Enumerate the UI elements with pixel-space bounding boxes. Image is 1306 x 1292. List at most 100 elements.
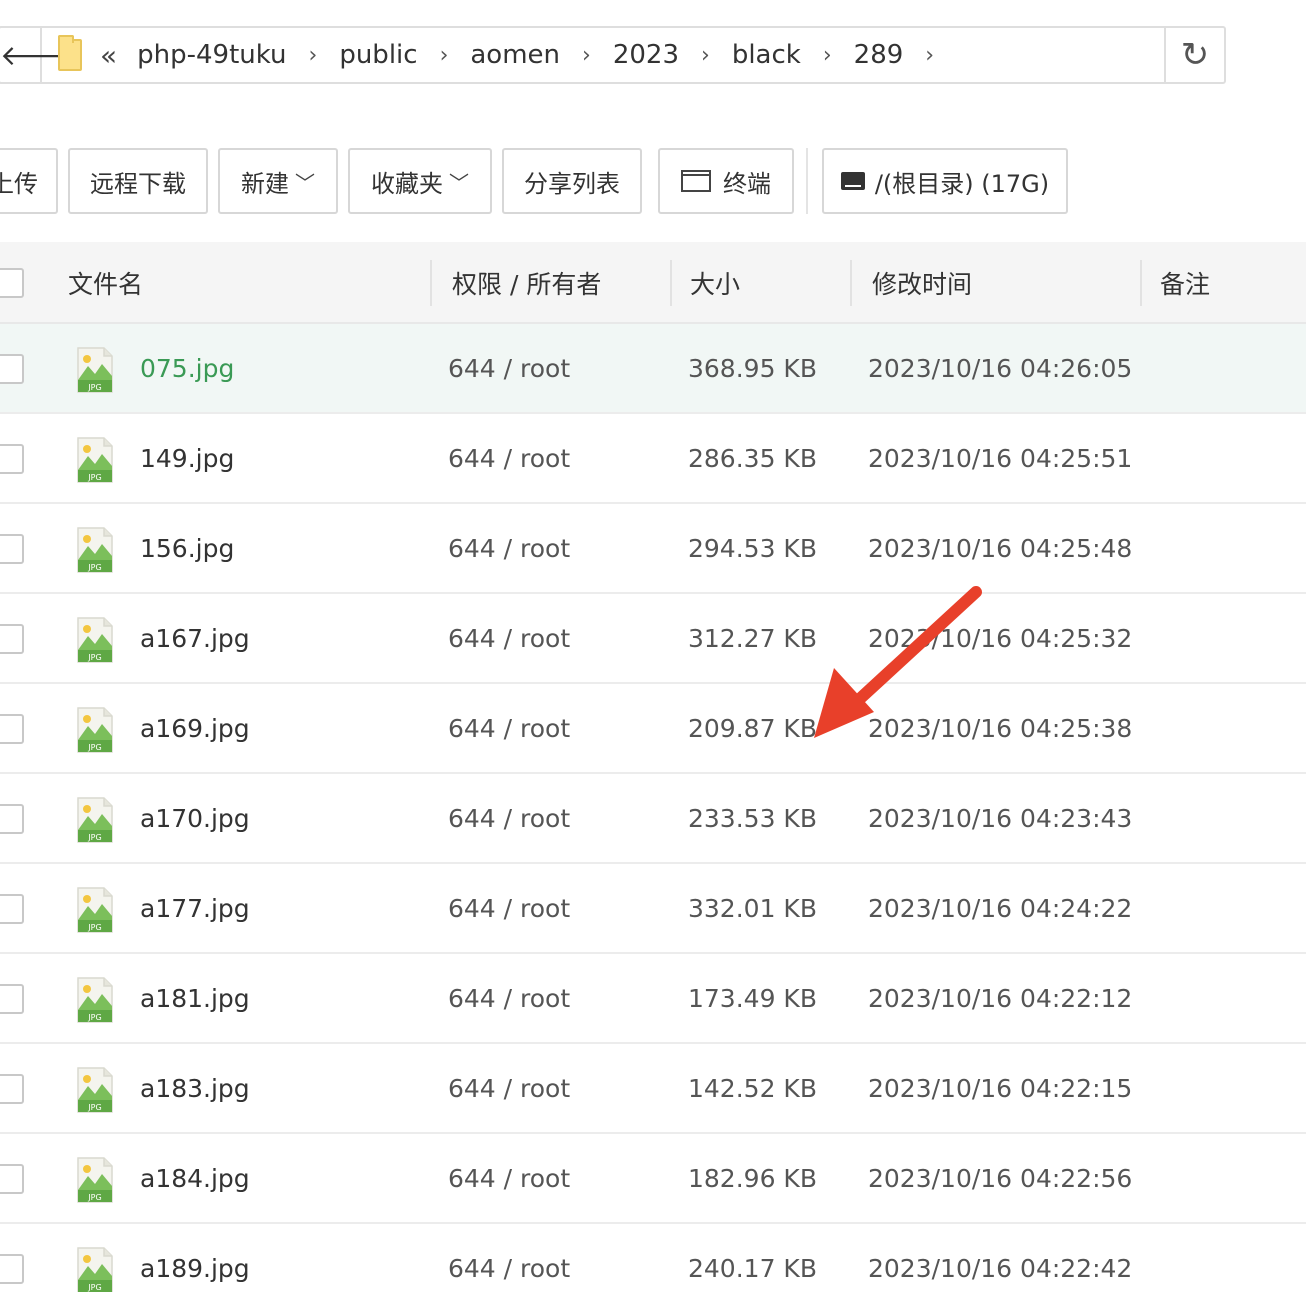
permission-owner[interactable]: 644 / root [448,984,570,1013]
header-modified-time[interactable]: 修改时间 [872,242,972,324]
svg-text:JPG: JPG [87,383,101,392]
row-checkbox[interactable] [0,1074,24,1104]
file-size: 294.53 KB [688,533,817,563]
select-all-checkbox[interactable] [0,268,24,298]
breadcrumb-item[interactable]: black [732,40,801,70]
terminal-icon [681,170,711,192]
row-checkbox[interactable] [0,894,24,924]
permission-owner[interactable]: 644 / root [448,534,570,563]
row-checkbox[interactable] [0,714,24,744]
file-name-link[interactable]: a183.jpg [140,1074,250,1103]
permission-owner-cell: 644 / root [448,864,570,952]
modified-time-cell: 2023/10/16 04:26:05 [868,324,1132,412]
permission-owner[interactable]: 644 / root [448,1074,570,1103]
modified-time: 2023/10/16 04:26:05 [868,353,1133,383]
table-row[interactable]: JPG 149.jpg 644 / root 286.35 KB 2023/10/16 … [0,414,1306,504]
file-name-link[interactable]: a167.jpg [140,624,250,653]
file-name-link[interactable]: 156.jpg [140,534,234,563]
modified-time: 2023/10/16 04:25:51 [868,443,1133,473]
column-divider[interactable] [670,260,672,306]
file-name-link[interactable]: a181.jpg [140,984,250,1013]
svg-text:JPG: JPG [87,653,101,662]
modified-time-cell: 2023/10/16 04:25:38 [868,684,1132,772]
remote-download-label: 远程下载 [90,169,186,198]
modified-time: 2023/10/16 04:22:12 [868,983,1133,1013]
header-permission-owner[interactable]: 权限 / 所有者 [452,242,601,324]
chevron-right-icon: › [822,42,832,68]
breadcrumb-item[interactable]: 2023 [613,40,679,70]
table-row[interactable]: JPG a177.jpg 644 / root 332.01 KB 2023/10/16… [0,864,1306,954]
breadcrumb-item[interactable]: aomen [470,40,560,70]
file-name-link[interactable]: 149.jpg [140,444,234,473]
permission-owner[interactable]: 644 / root [448,894,570,923]
header-size[interactable]: 大小 [690,242,740,324]
jpg-file-icon: JPG [77,347,113,393]
table-row[interactable]: JPG a169.jpg 644 / root 209.87 KB 2023/10/16… [0,684,1306,774]
header-name[interactable]: 文件名 [68,242,143,324]
double-chevron-left-icon[interactable]: « [100,39,117,72]
row-checkbox[interactable] [0,624,24,654]
chevron-right-icon: › [439,42,449,68]
table-row[interactable]: JPG a183.jpg 644 / root 142.52 KB 2023/10/16… [0,1044,1306,1134]
refresh-button[interactable]: ↻ [1164,28,1224,82]
file-name-link[interactable]: a189.jpg [140,1254,250,1283]
permission-owner-cell: 644 / root [448,594,570,682]
svg-text:JPG: JPG [87,563,101,572]
row-checkbox[interactable] [0,444,24,474]
disk-label: /(根目录) (17G) [874,169,1050,198]
row-checkbox[interactable] [0,534,24,564]
upload-button[interactable]: 上传 [0,148,58,214]
breadcrumb-list: php-49tuku › public › aomen › 2023 › black › 289 › [137,40,956,70]
file-name-link[interactable]: 075.jpg [140,354,234,383]
row-checkbox[interactable] [0,1164,24,1194]
file-name-link[interactable]: a169.jpg [140,714,250,743]
file-name-link[interactable]: a184.jpg [140,1164,250,1193]
back-button[interactable]: 🡐 [0,28,75,82]
permission-owner-cell: 644 / root [448,1044,570,1132]
table-row[interactable]: JPG 075.jpg 644 / root 368.95 KB 2023/10/16 … [0,324,1306,414]
permission-owner-cell: 644 / root [448,324,570,412]
file-size: 332.01 KB [688,893,817,923]
permission-owner[interactable]: 644 / root [448,714,570,743]
file-name-link[interactable]: a170.jpg [140,804,250,833]
table-row[interactable]: JPG a181.jpg 644 / root 173.49 KB 2023/10/16… [0,954,1306,1044]
column-divider[interactable] [430,260,432,306]
permission-owner-cell: 644 / root [448,684,570,772]
remote-download-button[interactable]: 远程下载 [68,148,208,214]
breadcrumb-item[interactable]: public [339,40,417,70]
favorites-dropdown-button[interactable]: 收藏夹 ﹀ [348,148,492,214]
breadcrumb-item[interactable]: php-49tuku [137,40,286,70]
permission-owner[interactable]: 644 / root [448,804,570,833]
share-list-button[interactable]: 分享列表 [502,148,642,214]
table-row[interactable]: JPG 156.jpg 644 / root 294.53 KB 2023/10/16 … [0,504,1306,594]
column-divider[interactable] [850,260,852,306]
breadcrumb-item[interactable]: 289 [854,40,904,70]
new-dropdown-button[interactable]: 新建 ﹀ [218,148,338,214]
column-divider[interactable] [1140,260,1142,306]
row-checkbox[interactable] [0,984,24,1014]
disk-button[interactable]: /(根目录) (17G) [822,148,1068,214]
modified-time-cell: 2023/10/16 04:25:51 [868,414,1132,502]
file-size-cell: 312.27 KB [688,594,817,682]
permission-owner[interactable]: 644 / root [448,624,570,653]
modified-time-cell: 2023/10/16 04:22:56 [868,1134,1132,1222]
permission-owner[interactable]: 644 / root [448,444,570,473]
row-checkbox[interactable] [0,804,24,834]
header-note[interactable]: 备注 [1160,242,1210,324]
permission-owner[interactable]: 644 / root [448,1254,570,1283]
permission-owner[interactable]: 644 / root [448,354,570,383]
terminal-button[interactable]: 终端 [658,148,794,214]
file-size-cell: 173.49 KB [688,954,817,1042]
row-checkbox[interactable] [0,354,24,384]
table-row[interactable]: JPG a184.jpg 644 / root 182.96 KB 2023/10/16… [0,1134,1306,1224]
upload-button-label: 上传 [0,169,38,198]
file-size-cell: 332.01 KB [688,864,817,952]
table-row[interactable]: JPG a170.jpg 644 / root 233.53 KB 2023/10/16… [0,774,1306,864]
permission-owner[interactable]: 644 / root [448,1164,570,1193]
table-row[interactable]: JPG a189.jpg 644 / root 240.17 KB 2023/10/16… [0,1224,1306,1292]
row-checkbox[interactable] [0,1254,24,1284]
table-row[interactable]: JPG a167.jpg 644 / root 312.27 KB 2023/10/16… [0,594,1306,684]
favorites-label: 收藏夹 [371,169,443,198]
chevron-right-icon: › [925,42,935,68]
file-name-link[interactable]: a177.jpg [140,894,250,923]
